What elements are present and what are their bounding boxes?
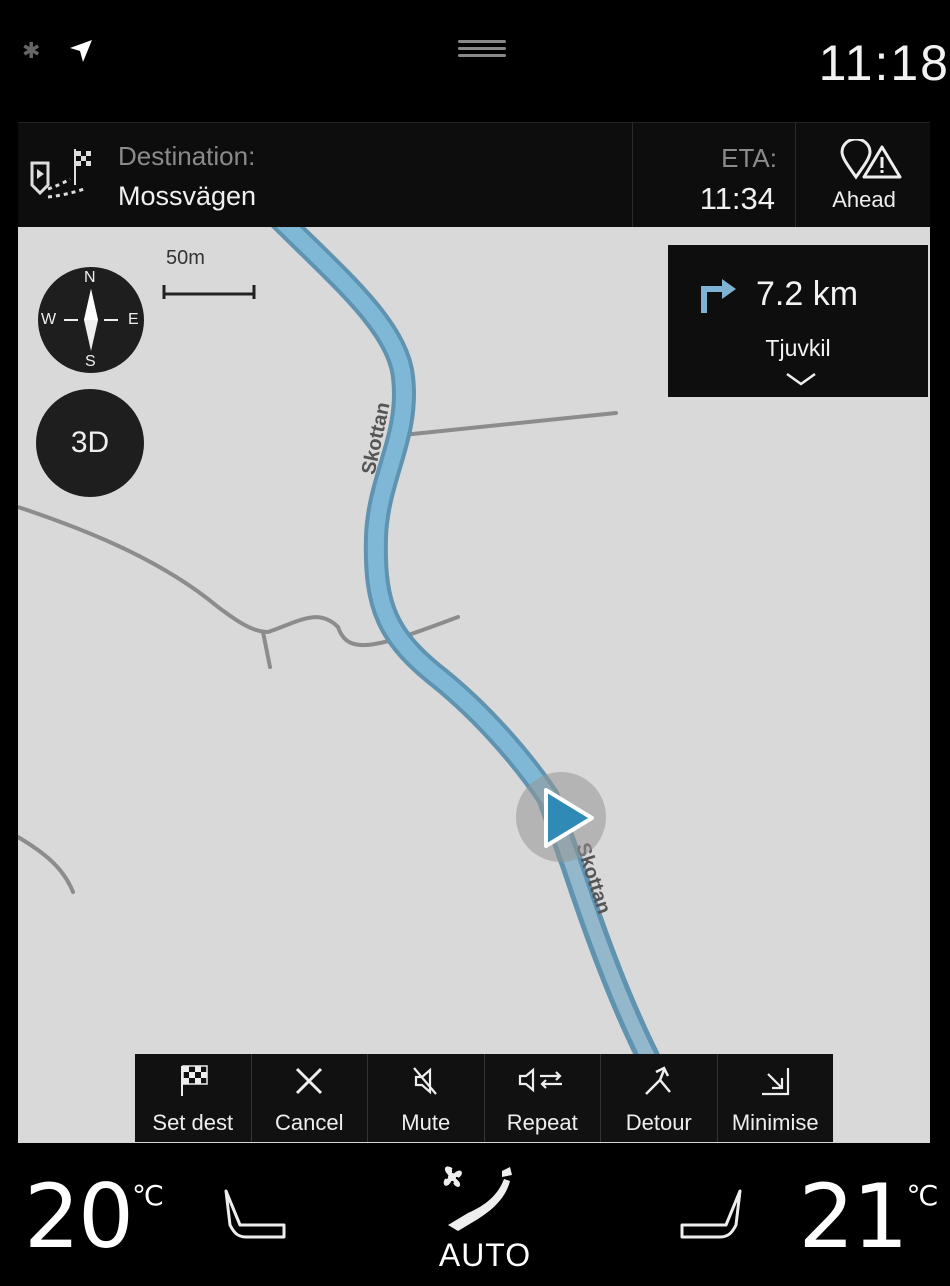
detour-icon (601, 1064, 717, 1100)
mute-button[interactable]: Mute (368, 1054, 485, 1142)
status-bar: ✱ 11:18 (18, 12, 950, 122)
set-dest-label: Set dest (152, 1110, 234, 1135)
eta-label: ETA: (721, 143, 777, 173)
vehicle-position-marker (516, 772, 606, 862)
close-icon (252, 1064, 368, 1100)
left-seat-heat-icon[interactable] (220, 1187, 290, 1243)
left-temperature[interactable]: 20°C (24, 1165, 164, 1268)
right-temperature[interactable]: 21°C (798, 1165, 938, 1268)
right-temp-value: 21 (798, 1165, 908, 1268)
cancel-button[interactable]: Cancel (251, 1054, 368, 1142)
pull-down-handle[interactable] (458, 40, 506, 61)
ahead-button[interactable]: Ahead (798, 123, 930, 227)
turn-street: Tjuvkil (765, 335, 831, 361)
screen-frame: ✱ 11:18 Destination: Mossvägen ETA: 11:3… (0, 0, 950, 1286)
minimise-label: Minimise (731, 1110, 819, 1135)
destination-label: Destination: (118, 141, 256, 171)
repeat-button[interactable]: Repeat (484, 1054, 601, 1142)
checkered-flag-icon (135, 1064, 251, 1100)
detour-label: Detour (625, 1110, 692, 1135)
eta-box: ETA: 11:34 (632, 123, 796, 227)
minimise-icon (718, 1064, 834, 1100)
compass-w: W (41, 311, 57, 328)
climate-auto-label[interactable]: AUTO (410, 1237, 560, 1274)
compass-s: S (85, 353, 96, 370)
destination-route-icon[interactable] (26, 145, 96, 207)
map-view[interactable]: Skottan Skottan 50m N S W E 3D 7.2 km Tj… (18, 227, 930, 1143)
compass-e: E (128, 311, 139, 328)
turn-right-icon (701, 279, 736, 313)
nav-toolbar: Set dest Cancel Mute Repeat Detour Minim… (135, 1054, 833, 1142)
turn-distance: 7.2 km (756, 275, 859, 313)
set-dest-button[interactable]: Set dest (135, 1054, 252, 1142)
airflow-fan-icon (443, 1166, 512, 1231)
minimise-button[interactable]: Minimise (717, 1054, 834, 1142)
ahead-warning-icon (840, 139, 902, 180)
left-temp-unit: °C (131, 1179, 164, 1212)
right-temp-unit: °C (906, 1179, 938, 1212)
clock: 11:18 (818, 35, 950, 91)
compass-n: N (84, 269, 96, 286)
next-turn-card[interactable]: 7.2 km Tjuvkil (668, 245, 928, 397)
repeat-label: Repeat (506, 1110, 578, 1135)
bluetooth-icon: ✱ (22, 38, 41, 63)
3d-view-button[interactable]: 3D (36, 389, 144, 497)
scale-bar (162, 285, 256, 299)
chevron-down-icon[interactable] (785, 371, 817, 387)
ahead-label: Ahead (832, 187, 896, 212)
mute-label: Mute (401, 1110, 451, 1135)
climate-bar: 20°C AUTO 21°C (0, 1145, 950, 1286)
speaker-muted-icon (368, 1064, 484, 1100)
fan-control[interactable] (438, 1165, 518, 1240)
destination-value[interactable]: Mossvägen (118, 181, 256, 212)
vehicle-arrow-icon (544, 788, 594, 848)
detour-button[interactable]: Detour (601, 1054, 718, 1142)
right-seat-heat-icon[interactable] (676, 1187, 746, 1243)
nav-header: Destination: Mossvägen ETA: 11:34 Ahead (18, 122, 930, 227)
cancel-label: Cancel (275, 1110, 344, 1135)
eta-value: 11:34 (699, 181, 775, 216)
speaker-repeat-icon (485, 1064, 601, 1100)
compass-button[interactable]: N S W E (38, 267, 144, 373)
navigation-active-icon (70, 40, 92, 62)
left-temp-value: 20 (24, 1165, 134, 1268)
